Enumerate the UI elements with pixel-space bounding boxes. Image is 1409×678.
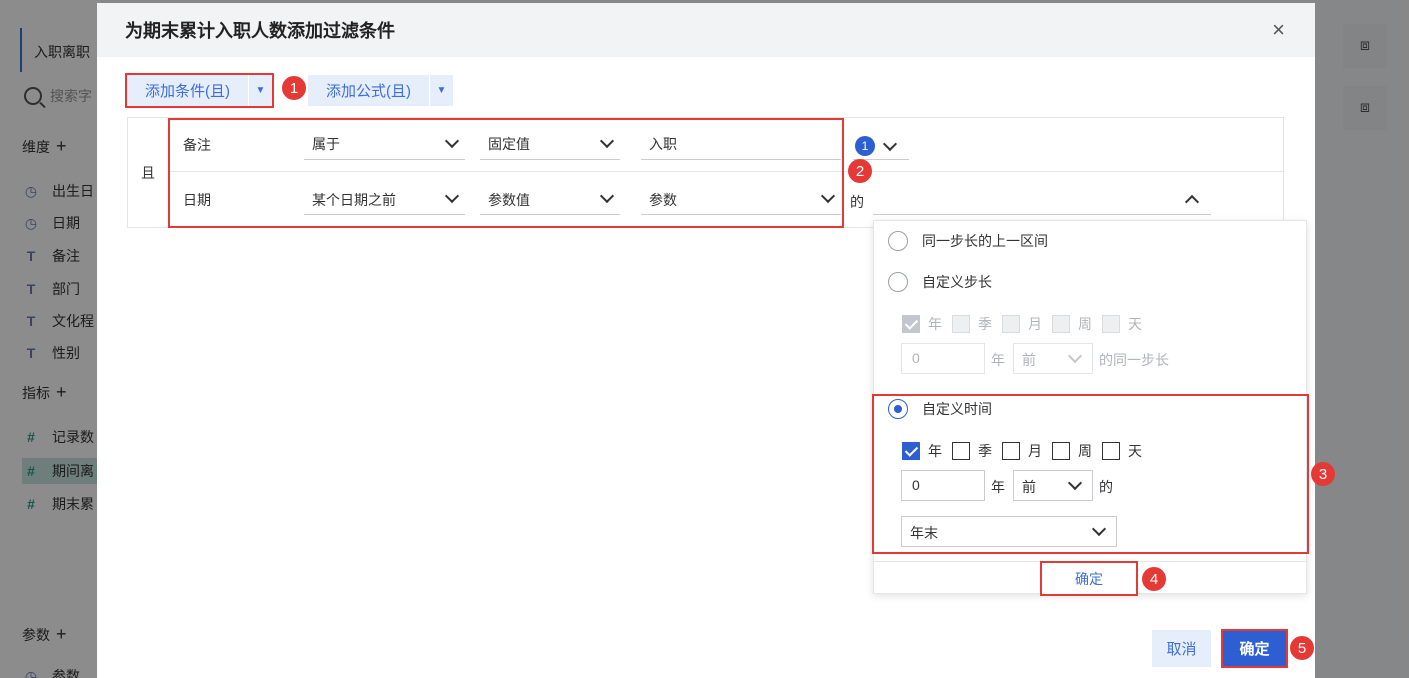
checkbox-quarter[interactable] bbox=[952, 315, 970, 333]
add-formula-caret-icon[interactable]: ▼ bbox=[429, 75, 453, 106]
radio-label: 同一步长的上一区间 bbox=[922, 233, 1048, 249]
checkbox-day[interactable] bbox=[1102, 315, 1120, 333]
radio-button[interactable] bbox=[888, 272, 908, 292]
step-unit-checkboxes: 年 季 月 周 天 bbox=[902, 314, 1152, 334]
add-formula-button[interactable]: 添加公式(且) bbox=[308, 75, 429, 106]
confirm-button[interactable]: 确定 bbox=[1221, 629, 1288, 668]
value-count-select[interactable]: 1 bbox=[853, 132, 909, 160]
highlight-conditions bbox=[168, 118, 844, 228]
dialog-header: 为期末累计入职人数添加过滤条件 bbox=[97, 3, 1315, 57]
logic-and-label: 且 bbox=[128, 118, 169, 227]
checkbox-year[interactable] bbox=[902, 315, 920, 333]
add-condition-group: 添加条件(且) ▼ bbox=[125, 73, 274, 108]
chevron-up-icon bbox=[1184, 194, 1200, 210]
radio-label: 自定义步长 bbox=[922, 274, 992, 290]
annotation-badge-4: 4 bbox=[1142, 567, 1166, 591]
step-direction-select[interactable]: 前 bbox=[1013, 343, 1093, 374]
step-value-input[interactable]: 0 bbox=[901, 343, 985, 374]
step-suffix-label: 的同一步长 bbox=[1099, 352, 1169, 368]
step-direction-value: 前 bbox=[1022, 352, 1036, 368]
radio-custom-step[interactable]: 自定义步长 bbox=[888, 272, 992, 292]
annotation-badge-3: 3 bbox=[1311, 462, 1335, 486]
checkbox-label: 季 bbox=[978, 316, 992, 332]
checkbox-label: 年 bbox=[928, 316, 942, 332]
checkbox-month[interactable] bbox=[1002, 315, 1020, 333]
checkbox-label: 月 bbox=[1028, 316, 1042, 332]
radio-same-step[interactable]: 同一步长的上一区间 bbox=[888, 231, 1048, 251]
annotation-badge-5: 5 bbox=[1290, 636, 1314, 660]
suffix-label: 的 bbox=[850, 194, 864, 210]
checkbox-label: 天 bbox=[1128, 316, 1142, 332]
annotation-badge-1: 1 bbox=[282, 76, 306, 100]
checkbox-label: 周 bbox=[1078, 316, 1092, 332]
add-condition-caret-icon[interactable]: ▼ bbox=[248, 75, 272, 106]
close-icon[interactable]: × bbox=[1272, 17, 1285, 43]
cancel-button[interactable]: 取消 bbox=[1152, 630, 1211, 667]
add-condition-button[interactable]: 添加条件(且) bbox=[127, 75, 248, 106]
step-unit-label: 年 bbox=[991, 352, 1005, 368]
dialog-title: 为期末累计入职人数添加过滤条件 bbox=[125, 21, 395, 41]
highlight-custom-time bbox=[872, 394, 1309, 554]
chevron-down-icon bbox=[882, 136, 898, 151]
checkbox-week[interactable] bbox=[1052, 315, 1070, 333]
annotation-badge-2: 2 bbox=[848, 159, 872, 183]
selected-count-badge: 1 bbox=[855, 135, 875, 156]
popover-confirm-button[interactable]: 确定 bbox=[1040, 561, 1138, 596]
chevron-down-icon bbox=[1067, 348, 1083, 364]
time-offset-select[interactable] bbox=[873, 185, 1211, 215]
radio-button[interactable] bbox=[888, 231, 908, 251]
